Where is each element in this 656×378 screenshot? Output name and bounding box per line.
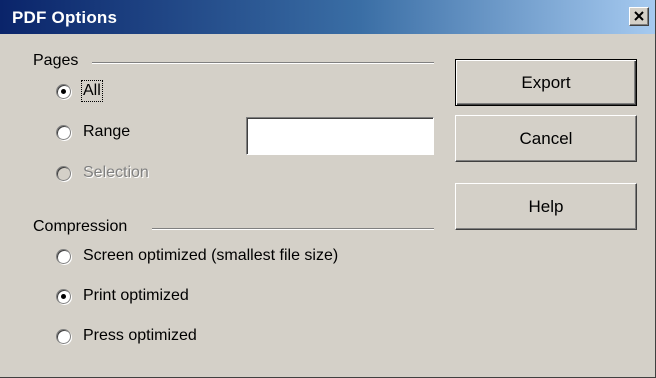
cancel-button[interactable]: Cancel bbox=[455, 115, 637, 162]
radio-pages-selection-label: Selection bbox=[83, 164, 149, 181]
close-icon bbox=[634, 11, 644, 21]
radio-screen-optimized[interactable]: Screen optimized (smallest file size) bbox=[56, 245, 338, 267]
radio-press-optimized[interactable]: Press optimized bbox=[56, 325, 197, 347]
compression-group-label: Compression bbox=[33, 218, 128, 235]
radio-press-optimized-label: Press optimized bbox=[83, 327, 197, 344]
export-button[interactable]: Export bbox=[455, 59, 637, 106]
help-button[interactable]: Help bbox=[455, 183, 637, 230]
pages-group-label: Pages bbox=[33, 52, 79, 69]
radio-button bbox=[56, 165, 71, 181]
pdf-options-dialog: PDF Options Pages All Range Selection Co… bbox=[0, 0, 656, 378]
radio-print-optimized[interactable]: Print optimized bbox=[56, 285, 189, 307]
radio-screen-optimized-label: Screen optimized (smallest file size) bbox=[83, 247, 339, 264]
title-bar[interactable]: PDF Options bbox=[0, 0, 655, 34]
radio-pages-all[interactable]: All bbox=[56, 80, 103, 102]
dialog-title: PDF Options bbox=[12, 8, 118, 27]
radio-pages-range-label: Range bbox=[83, 123, 131, 140]
radio-button[interactable] bbox=[56, 83, 71, 99]
compression-group-divider bbox=[152, 228, 434, 230]
pages-group-divider bbox=[92, 62, 434, 64]
radio-button[interactable] bbox=[56, 328, 71, 344]
radio-pages-range[interactable]: Range bbox=[56, 121, 130, 143]
radio-button[interactable] bbox=[56, 288, 71, 304]
radio-pages-all-label: All bbox=[81, 80, 103, 102]
radio-button[interactable] bbox=[56, 124, 71, 140]
radio-print-optimized-label: Print optimized bbox=[83, 287, 189, 304]
radio-pages-selection: Selection bbox=[56, 162, 149, 184]
range-input[interactable] bbox=[246, 117, 434, 155]
close-button[interactable] bbox=[629, 7, 649, 26]
radio-button[interactable] bbox=[56, 248, 71, 264]
